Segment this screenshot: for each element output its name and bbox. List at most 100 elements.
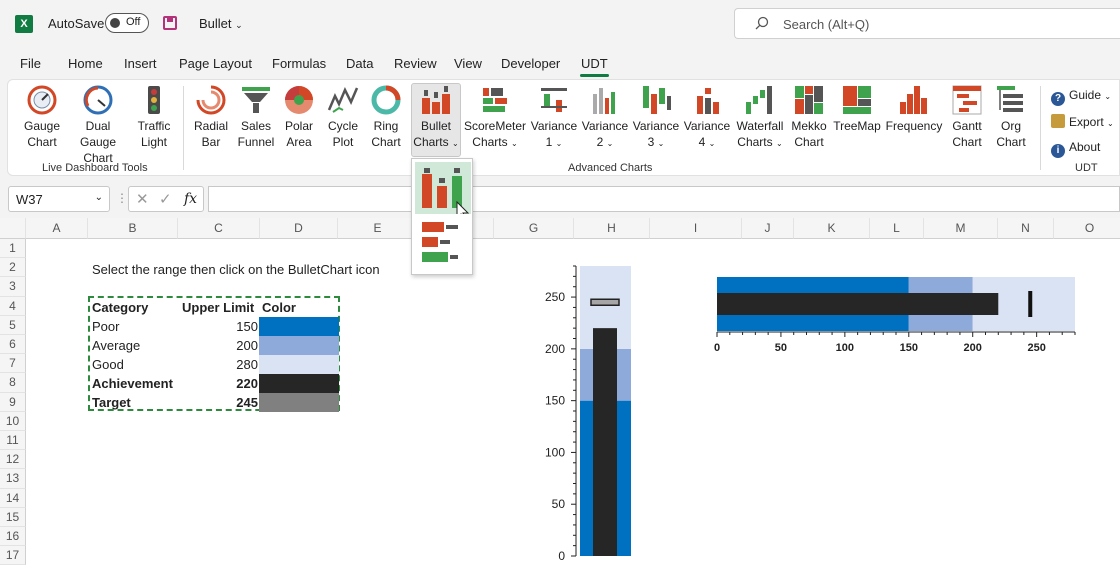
- row-header[interactable]: 3: [0, 277, 26, 297]
- variance-3-button[interactable]: Variance 3 ⌄: [632, 84, 680, 152]
- column-header[interactable]: H: [574, 218, 650, 239]
- search-box[interactable]: Search (Alt+Q): [734, 8, 1120, 39]
- row-header[interactable]: 17: [0, 546, 26, 566]
- row-header[interactable]: 1: [0, 239, 26, 259]
- bullet-charts-button[interactable]: Bullet Charts ⌄: [412, 84, 460, 152]
- tab-insert[interactable]: Insert: [124, 56, 157, 71]
- color-swatch-cell[interactable]: [259, 336, 339, 355]
- category-cell[interactable]: Average: [92, 336, 140, 355]
- category-cell[interactable]: Good: [92, 355, 124, 374]
- y-tick-label: 100: [545, 445, 565, 459]
- row-header[interactable]: 6: [0, 335, 26, 355]
- row-header[interactable]: 7: [0, 354, 26, 374]
- gauge-chart-button[interactable]: Gauge Chart: [18, 84, 66, 150]
- cancel-icon[interactable]: ✕: [136, 190, 149, 208]
- traffic-light-button[interactable]: Traffic Light: [132, 84, 176, 150]
- scoremeter-charts-button[interactable]: ScoreMeter Charts ⌄: [463, 84, 527, 152]
- vertical-bullet-chart[interactable]: 0 50 100 150 200 250: [535, 263, 645, 563]
- tab-udt[interactable]: UDT: [580, 56, 609, 77]
- horizontal-bullet-chart[interactable]: 0 50 100 150 200 250: [700, 273, 1090, 363]
- column-header[interactable]: E: [338, 218, 418, 239]
- guide-button[interactable]: ? Guide ⌄: [1051, 88, 1111, 106]
- name-box[interactable]: W37 ⌄: [8, 186, 110, 212]
- dual-gauge-chart-button[interactable]: Dual Gauge Chart: [66, 84, 130, 166]
- polar-area-label-1: Polar: [284, 119, 313, 133]
- tab-review[interactable]: Review: [394, 56, 437, 71]
- variance-4-button[interactable]: Variance 4 ⌄: [683, 84, 731, 152]
- select-all-corner[interactable]: [0, 218, 26, 239]
- tab-developer[interactable]: Developer: [501, 56, 560, 71]
- row-header[interactable]: 5: [0, 315, 26, 335]
- limit-cell[interactable]: 150: [180, 317, 258, 336]
- treemap-button[interactable]: TreeMap: [832, 84, 882, 134]
- limit-cell[interactable]: 280: [180, 355, 258, 374]
- column-header[interactable]: C: [178, 218, 260, 239]
- row-header[interactable]: 13: [0, 469, 26, 489]
- variance-2-button[interactable]: Variance 2 ⌄: [581, 84, 629, 152]
- insert-function-icon[interactable]: fx: [184, 191, 197, 207]
- horizontal-bullet-chart-option[interactable]: [415, 216, 471, 272]
- variance-1-button[interactable]: Variance 1 ⌄: [530, 84, 578, 152]
- tab-data[interactable]: Data: [346, 56, 373, 71]
- formula-bar-row: W37 ⌄ ⋮ ✕ ✓ fx: [0, 186, 1120, 214]
- column-header[interactable]: A: [26, 218, 88, 239]
- cycle-plot-button[interactable]: Cycle Plot: [323, 84, 363, 150]
- color-swatch-cell[interactable]: [259, 374, 339, 393]
- save-icon[interactable]: [163, 16, 177, 30]
- tab-view[interactable]: View: [454, 56, 482, 71]
- export-button[interactable]: Export ⌄: [1051, 114, 1114, 129]
- polar-area-button[interactable]: Polar Area: [279, 84, 319, 150]
- limit-cell[interactable]: 220: [180, 374, 258, 393]
- category-cell[interactable]: Achievement: [92, 374, 173, 393]
- bullet-charts-icon: [420, 84, 452, 116]
- category-cell[interactable]: Target: [92, 393, 131, 412]
- worksheet-grid[interactable]: ABCDEFGHIJKLMNO 123456789101112131415161…: [0, 218, 1120, 575]
- autosave-toggle[interactable]: Off: [105, 13, 149, 33]
- row-header[interactable]: 9: [0, 392, 26, 412]
- column-header[interactable]: G: [494, 218, 574, 239]
- column-header[interactable]: I: [650, 218, 742, 239]
- row-header[interactable]: 2: [0, 258, 26, 278]
- tab-page-layout[interactable]: Page Layout: [179, 56, 252, 71]
- column-header[interactable]: K: [794, 218, 870, 239]
- formula-input[interactable]: [208, 186, 1120, 212]
- limit-cell[interactable]: 245: [180, 393, 258, 412]
- category-cell[interactable]: Poor: [92, 317, 119, 336]
- row-header[interactable]: 16: [0, 527, 26, 547]
- column-header[interactable]: B: [88, 218, 178, 239]
- enter-icon[interactable]: ✓: [159, 190, 172, 208]
- sales-funnel-button[interactable]: Sales Funnel: [236, 84, 276, 150]
- column-header[interactable]: J: [742, 218, 794, 239]
- tab-file[interactable]: File: [20, 56, 41, 71]
- row-header[interactable]: 4: [0, 296, 26, 316]
- color-swatch-cell[interactable]: [259, 317, 339, 336]
- tab-formulas[interactable]: Formulas: [272, 56, 326, 71]
- limit-cell[interactable]: 200: [180, 336, 258, 355]
- column-header[interactable]: M: [924, 218, 998, 239]
- row-header[interactable]: 15: [0, 507, 26, 527]
- vertical-bullet-chart-option[interactable]: [415, 162, 471, 221]
- horizontal-bullet-icon: [422, 222, 458, 262]
- color-swatch-cell[interactable]: [259, 393, 339, 412]
- group-label-live-dashboard: Live Dashboard Tools: [42, 162, 148, 174]
- org-chart-button[interactable]: Org Chart: [991, 84, 1031, 150]
- about-button[interactable]: i About: [1051, 140, 1100, 158]
- row-header[interactable]: 14: [0, 488, 26, 508]
- document-name[interactable]: Bullet ⌄: [199, 16, 243, 31]
- row-header[interactable]: 12: [0, 450, 26, 470]
- frequency-button[interactable]: Frequency: [884, 84, 944, 134]
- column-header[interactable]: D: [260, 218, 338, 239]
- mekko-chart-button[interactable]: Mekko Chart: [788, 84, 830, 150]
- ring-chart-button[interactable]: Ring Chart: [366, 84, 406, 150]
- row-header[interactable]: 10: [0, 411, 26, 431]
- column-header[interactable]: O: [1054, 218, 1120, 239]
- tab-home[interactable]: Home: [68, 56, 103, 71]
- color-swatch-cell[interactable]: [259, 355, 339, 374]
- row-header[interactable]: 11: [0, 431, 26, 451]
- column-header[interactable]: L: [870, 218, 924, 239]
- gantt-chart-button[interactable]: Gantt Chart: [946, 84, 988, 150]
- radial-bar-button[interactable]: Radial Bar: [191, 84, 231, 150]
- row-header[interactable]: 8: [0, 373, 26, 393]
- column-header[interactable]: N: [998, 218, 1054, 239]
- waterfall-charts-button[interactable]: Waterfall Charts ⌄: [733, 84, 787, 152]
